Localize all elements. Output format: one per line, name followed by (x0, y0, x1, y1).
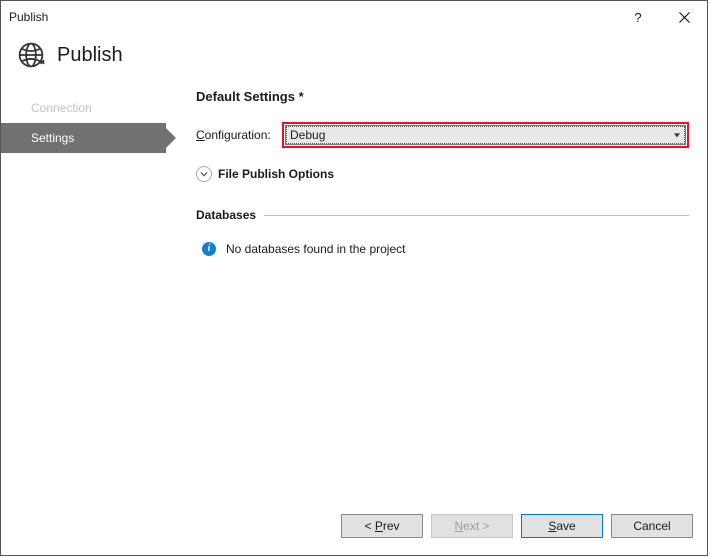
databases-section: Databases (196, 208, 689, 222)
next-button: Next > (431, 514, 513, 538)
close-button[interactable] (661, 1, 707, 33)
save-button[interactable]: Save (521, 514, 603, 538)
databases-info: i No databases found in the project (196, 242, 689, 256)
configuration-label: Configuration: (196, 128, 282, 142)
chevron-down-icon (200, 170, 208, 178)
titlebar: Publish ? (1, 1, 707, 33)
publish-dialog: Publish ? Publish Connection Setting (0, 0, 708, 556)
configuration-row: Configuration: Debug (196, 122, 689, 148)
sidebar-item-label: Connection (31, 101, 92, 115)
sidebar-item-settings[interactable]: Settings (1, 123, 166, 153)
window-title: Publish (9, 10, 615, 24)
globe-icon (17, 41, 45, 69)
file-publish-options-expander[interactable]: File Publish Options (196, 166, 689, 182)
configuration-value: Debug (290, 128, 325, 142)
info-icon: i (202, 242, 216, 256)
cancel-button[interactable]: Cancel (611, 514, 693, 538)
sidebar: Connection Settings (1, 87, 166, 505)
expander-label: File Publish Options (218, 167, 334, 181)
databases-label: Databases (196, 208, 256, 222)
configuration-combobox[interactable]: Debug (285, 125, 686, 145)
chevron-down-icon (674, 133, 680, 137)
sidebar-item-connection: Connection (1, 93, 166, 123)
help-button[interactable]: ? (615, 1, 661, 33)
sidebar-item-label: Settings (31, 131, 74, 145)
prev-button[interactable]: < Prev (341, 514, 423, 538)
divider (264, 215, 689, 216)
databases-message: No databases found in the project (226, 242, 405, 256)
dialog-body: Connection Settings Default Settings * C… (1, 87, 707, 505)
dialog-header: Publish (1, 33, 707, 87)
dialog-footer: < Prev Next > Save Cancel (1, 505, 707, 555)
expander-toggle[interactable] (196, 166, 212, 182)
dialog-title: Publish (57, 44, 123, 67)
content-pane: Default Settings * Configuration: Debug … (166, 87, 697, 505)
configuration-highlight: Debug (282, 122, 689, 148)
section-title: Default Settings * (196, 89, 689, 104)
close-icon (679, 12, 690, 23)
